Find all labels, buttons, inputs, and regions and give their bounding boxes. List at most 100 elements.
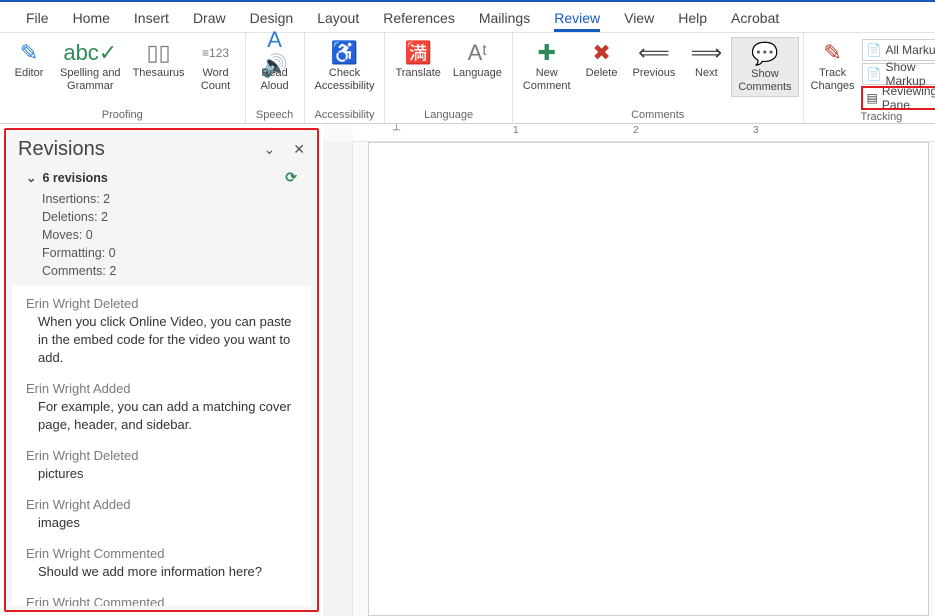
revisions-pane: Revisions ⌄ ✕ ⌄ 6 revisions ⟳ Insertions:… xyxy=(4,128,319,612)
accessibility-label: Check Accessibility xyxy=(315,67,375,93)
ruler-num-2: 2 xyxy=(633,125,753,136)
ribbon: ✎ Editor abc✓ Spelling and Grammar ▯▯ Th… xyxy=(0,32,935,124)
thesaurus-button[interactable]: ▯▯ Thesaurus xyxy=(127,37,191,82)
revision-body: Should we add more information here? xyxy=(38,563,297,581)
revision-body: images xyxy=(38,514,297,532)
translate-label: Translate xyxy=(395,67,440,80)
revision-item[interactable]: Erin Wright Deleted When you click Onlin… xyxy=(26,296,297,367)
tab-mailings[interactable]: Mailings xyxy=(467,6,542,32)
all-markup-select[interactable]: 📄 All Markup ▾ xyxy=(862,39,935,61)
next-comment-label: Next xyxy=(695,67,718,80)
previous-comment-button[interactable]: ⟸ Previous xyxy=(627,37,682,82)
group-speech: A🔊 Read Aloud Speech xyxy=(246,33,305,123)
wordcount-icon: ≡123 xyxy=(202,39,229,67)
editor-icon: ✎ xyxy=(20,39,38,67)
show-comments-button[interactable]: 💬 Show Comments xyxy=(731,37,798,97)
pane-dropdown-button[interactable]: ⌄ xyxy=(264,141,276,158)
revision-item[interactable]: Erin Wright Commented Should we add more… xyxy=(26,546,297,581)
ruler-mark: ┴ xyxy=(393,125,513,136)
accessibility-button[interactable]: ♿ Check Accessibility xyxy=(309,37,381,95)
track-changes-icon: ✎ xyxy=(823,39,841,67)
revision-item[interactable]: Erin Wright Commented I will do some res… xyxy=(26,595,297,606)
language-button[interactable]: Aᵗ Language xyxy=(447,37,508,82)
stat-insertions: Insertions: 2 xyxy=(26,190,297,208)
readaloud-button[interactable]: A🔊 Read Aloud xyxy=(250,37,300,95)
refresh-icon[interactable]: ⟳ xyxy=(285,169,297,186)
track-changes-button[interactable]: ✎ Track Changes xyxy=(808,37,858,95)
translate-icon: 🈵 xyxy=(404,39,431,67)
revision-author: Erin Wright Added xyxy=(26,497,297,512)
tab-help[interactable]: Help xyxy=(666,6,719,32)
horizontal-ruler[interactable]: ┴ 1 2 3 xyxy=(353,124,935,142)
group-accessibility-title: Accessibility xyxy=(309,107,381,121)
tab-review[interactable]: Review xyxy=(542,6,612,32)
editor-label: Editor xyxy=(15,67,44,80)
spelling-button[interactable]: abc✓ Spelling and Grammar xyxy=(54,37,127,95)
language-icon: Aᵗ xyxy=(468,39,488,67)
revisions-title: Revisions xyxy=(18,138,105,161)
revision-item[interactable]: Erin Wright Added For example, you can a… xyxy=(26,381,297,434)
group-accessibility: ♿ Check Accessibility Accessibility xyxy=(305,33,386,123)
ruler-num-1: 1 xyxy=(513,125,633,136)
new-comment-label: New Comment xyxy=(523,67,571,93)
stat-deletions: Deletions: 2 xyxy=(26,208,297,226)
tab-view[interactable]: View xyxy=(612,6,666,32)
translate-button[interactable]: 🈵 Translate xyxy=(389,37,446,82)
revisions-count: 6 revisions xyxy=(42,171,107,185)
revision-item[interactable]: Erin Wright Added images xyxy=(26,497,297,532)
editor-button[interactable]: ✎ Editor xyxy=(4,37,54,82)
tab-references[interactable]: References xyxy=(371,6,467,32)
group-language-title: Language xyxy=(389,107,507,121)
group-tracking-title: Tracking xyxy=(808,109,935,123)
new-comment-icon: ✚ xyxy=(537,39,555,67)
tab-home[interactable]: Home xyxy=(61,6,122,32)
delete-comment-label: Delete xyxy=(586,67,618,80)
readaloud-label: Read Aloud xyxy=(260,67,288,93)
tab-draw[interactable]: Draw xyxy=(181,6,238,32)
vertical-ruler[interactable] xyxy=(323,142,353,616)
revision-author: Erin Wright Commented xyxy=(26,546,297,561)
show-comments-icon: 💬 xyxy=(751,40,778,68)
previous-comment-label: Previous xyxy=(633,67,676,80)
all-markup-icon: 📄 xyxy=(867,43,882,57)
language-label: Language xyxy=(453,67,502,80)
revision-body: pictures xyxy=(38,465,297,483)
revision-body: For example, you can add a matching cove… xyxy=(38,398,297,434)
revision-item[interactable]: Erin Wright Deleted pictures xyxy=(26,448,297,483)
delete-comment-button[interactable]: ✖ Delete xyxy=(577,37,627,82)
chevron-down-icon[interactable]: ⌄ xyxy=(26,171,36,185)
spelling-label: Spelling and Grammar xyxy=(60,67,121,93)
reviewing-pane-label: Reviewing Pane xyxy=(882,84,935,112)
pane-close-button[interactable]: ✕ xyxy=(293,141,305,158)
spelling-icon: abc✓ xyxy=(63,39,117,67)
next-comment-button[interactable]: ⟹ Next xyxy=(681,37,731,82)
stat-moves: Moves: 0 xyxy=(26,226,297,244)
show-markup-icon: 📄 xyxy=(867,67,882,81)
stat-formatting: Formatting: 0 xyxy=(26,244,297,262)
document-page[interactable] xyxy=(368,142,929,616)
group-comments-title: Comments xyxy=(517,107,799,121)
tab-layout[interactable]: Layout xyxy=(305,6,371,32)
tab-acrobat[interactable]: Acrobat xyxy=(719,6,791,32)
previous-comment-icon: ⟸ xyxy=(638,39,670,67)
ruler-num-3: 3 xyxy=(753,125,873,136)
new-comment-button[interactable]: ✚ New Comment xyxy=(517,37,577,95)
show-comments-label: Show Comments xyxy=(738,68,791,94)
group-proofing-title: Proofing xyxy=(4,107,241,121)
tab-file[interactable]: File xyxy=(14,6,61,32)
reviewing-pane-icon: ▤ xyxy=(867,91,878,105)
show-markup-button[interactable]: 📄 Show Markup ▾ xyxy=(862,63,935,85)
revisions-list[interactable]: Erin Wright Deleted When you click Onlin… xyxy=(12,286,311,606)
delete-comment-icon: ✖ xyxy=(592,39,610,67)
document-area[interactable]: ┴ 1 2 3 xyxy=(323,124,935,616)
tab-insert[interactable]: Insert xyxy=(122,6,181,32)
thesaurus-icon: ▯▯ xyxy=(146,39,170,67)
revision-author: Erin Wright Added xyxy=(26,381,297,396)
accessibility-icon: ♿ xyxy=(331,39,358,67)
revision-body: When you click Online Video, you can pas… xyxy=(38,313,297,367)
revision-author: Erin Wright Deleted xyxy=(26,296,297,311)
wordcount-button[interactable]: ≡123 Word Count xyxy=(191,37,241,95)
wordcount-label: Word Count xyxy=(201,67,230,93)
reviewing-pane-button[interactable]: ▤ Reviewing Pane ▾ xyxy=(862,87,935,109)
stat-comments: Comments: 2 xyxy=(26,262,297,280)
